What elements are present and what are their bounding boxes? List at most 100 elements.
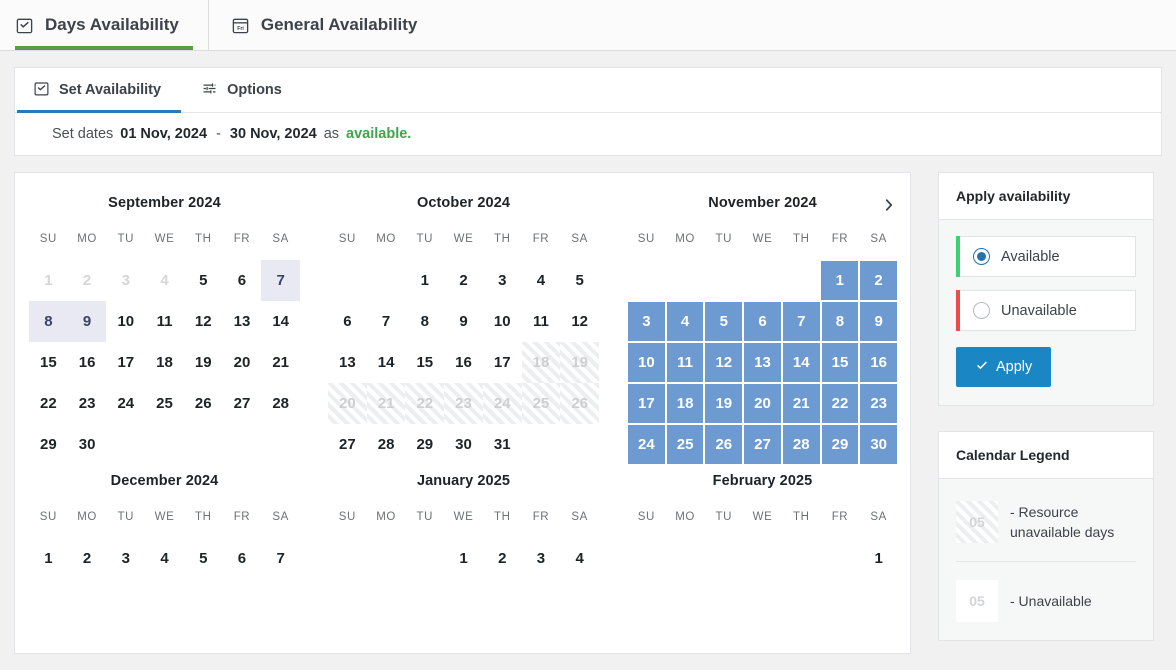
day-cell[interactable]: 5 xyxy=(560,260,599,301)
day-cell[interactable]: 6 xyxy=(328,301,367,342)
day-cell[interactable]: 15 xyxy=(405,342,444,383)
day-cell[interactable]: 3 xyxy=(522,538,561,579)
day-cell[interactable]: 18 xyxy=(666,383,705,424)
set-dates-end[interactable]: 30 Nov, 2024 xyxy=(230,126,317,142)
day-cell[interactable]: 25 xyxy=(145,383,184,424)
day-cell[interactable]: 17 xyxy=(106,342,145,383)
day-cell[interactable]: 28 xyxy=(261,383,300,424)
day-cell[interactable]: 13 xyxy=(743,342,782,383)
day-cell[interactable]: 5 xyxy=(704,301,743,342)
day-cell[interactable]: 3 xyxy=(106,538,145,579)
day-cell[interactable]: 24 xyxy=(483,383,522,424)
day-cell[interactable]: 12 xyxy=(184,301,223,342)
day-cell[interactable]: 8 xyxy=(29,301,68,342)
day-cell[interactable]: 2 xyxy=(859,260,898,301)
day-cell[interactable]: 1 xyxy=(405,260,444,301)
day-cell[interactable]: 17 xyxy=(483,342,522,383)
day-cell[interactable]: 25 xyxy=(666,424,705,465)
day-cell[interactable]: 6 xyxy=(223,260,262,301)
day-cell[interactable]: 25 xyxy=(522,383,561,424)
day-cell[interactable]: 29 xyxy=(405,424,444,465)
day-cell[interactable]: 13 xyxy=(328,342,367,383)
day-cell[interactable]: 12 xyxy=(704,342,743,383)
day-cell[interactable]: 19 xyxy=(560,342,599,383)
tab-options[interactable]: Options xyxy=(183,68,304,112)
day-cell[interactable]: 6 xyxy=(223,538,262,579)
day-cell[interactable]: 18 xyxy=(522,342,561,383)
day-cell[interactable]: 27 xyxy=(223,383,262,424)
day-cell[interactable]: 23 xyxy=(444,383,483,424)
day-cell[interactable]: 5 xyxy=(184,260,223,301)
day-cell[interactable]: 4 xyxy=(145,538,184,579)
day-cell[interactable]: 2 xyxy=(68,260,107,301)
day-cell[interactable]: 21 xyxy=(261,342,300,383)
day-cell[interactable]: 27 xyxy=(328,424,367,465)
day-cell[interactable]: 15 xyxy=(29,342,68,383)
day-cell[interactable]: 1 xyxy=(820,260,859,301)
day-cell[interactable]: 28 xyxy=(782,424,821,465)
day-cell[interactable]: 20 xyxy=(743,383,782,424)
day-cell[interactable]: 22 xyxy=(821,383,860,424)
day-cell[interactable]: 16 xyxy=(68,342,107,383)
day-cell[interactable]: 18 xyxy=(145,342,184,383)
day-cell[interactable]: 1 xyxy=(29,260,68,301)
day-cell[interactable]: 4 xyxy=(560,538,599,579)
day-cell[interactable]: 7 xyxy=(261,538,300,579)
day-cell[interactable]: 3 xyxy=(483,260,522,301)
tab-set-availability[interactable]: Set Availability xyxy=(15,68,183,112)
day-cell[interactable]: 30 xyxy=(444,424,483,465)
day-cell[interactable]: 1 xyxy=(444,538,483,579)
day-cell[interactable]: 8 xyxy=(821,301,860,342)
day-cell[interactable]: 9 xyxy=(68,301,107,342)
day-cell[interactable]: 23 xyxy=(68,383,107,424)
day-cell[interactable]: 26 xyxy=(704,424,743,465)
radio-unavailable-indicator[interactable] xyxy=(973,302,990,319)
radio-available-indicator[interactable] xyxy=(973,248,990,265)
day-cell[interactable]: 2 xyxy=(483,538,522,579)
day-cell[interactable]: 21 xyxy=(782,383,821,424)
set-dates-start[interactable]: 01 Nov, 2024 xyxy=(120,126,207,142)
radio-option-unavailable[interactable]: Unavailable xyxy=(956,290,1136,331)
day-cell[interactable]: 9 xyxy=(444,301,483,342)
day-cell[interactable]: 15 xyxy=(821,342,860,383)
day-cell[interactable]: 7 xyxy=(367,301,406,342)
day-cell[interactable]: 10 xyxy=(483,301,522,342)
day-cell[interactable]: 31 xyxy=(483,424,522,465)
day-cell[interactable]: 7 xyxy=(782,301,821,342)
day-cell[interactable]: 3 xyxy=(106,260,145,301)
day-cell[interactable]: 9 xyxy=(859,301,898,342)
day-cell[interactable]: 26 xyxy=(184,383,223,424)
day-cell[interactable]: 8 xyxy=(405,301,444,342)
day-cell[interactable]: 29 xyxy=(29,424,68,465)
day-cell[interactable]: 14 xyxy=(261,301,300,342)
day-cell[interactable]: 23 xyxy=(859,383,898,424)
day-cell[interactable]: 16 xyxy=(859,342,898,383)
tab-days-availability[interactable]: Days Availability xyxy=(0,0,208,50)
day-cell[interactable]: 11 xyxy=(522,301,561,342)
day-cell[interactable]: 13 xyxy=(223,301,262,342)
day-cell[interactable]: 4 xyxy=(522,260,561,301)
day-cell[interactable]: 20 xyxy=(223,342,262,383)
day-cell[interactable]: 12 xyxy=(560,301,599,342)
day-cell[interactable]: 2 xyxy=(68,538,107,579)
day-cell[interactable]: 3 xyxy=(627,301,666,342)
day-cell[interactable]: 7 xyxy=(261,260,300,301)
day-cell[interactable]: 26 xyxy=(560,383,599,424)
day-cell[interactable]: 30 xyxy=(859,424,898,465)
day-cell[interactable]: 11 xyxy=(145,301,184,342)
day-cell[interactable]: 6 xyxy=(743,301,782,342)
day-cell[interactable]: 24 xyxy=(106,383,145,424)
day-cell[interactable]: 10 xyxy=(627,342,666,383)
day-cell[interactable]: 5 xyxy=(184,538,223,579)
day-cell[interactable]: 20 xyxy=(328,383,367,424)
day-cell[interactable]: 4 xyxy=(145,260,184,301)
radio-option-available[interactable]: Available xyxy=(956,236,1136,277)
day-cell[interactable]: 28 xyxy=(367,424,406,465)
day-cell[interactable]: 27 xyxy=(743,424,782,465)
day-cell[interactable]: 30 xyxy=(68,424,107,465)
chevron-right-icon[interactable] xyxy=(876,192,902,218)
day-cell[interactable]: 2 xyxy=(444,260,483,301)
day-cell[interactable]: 29 xyxy=(821,424,860,465)
day-cell[interactable]: 1 xyxy=(29,538,68,579)
day-cell[interactable]: 14 xyxy=(367,342,406,383)
